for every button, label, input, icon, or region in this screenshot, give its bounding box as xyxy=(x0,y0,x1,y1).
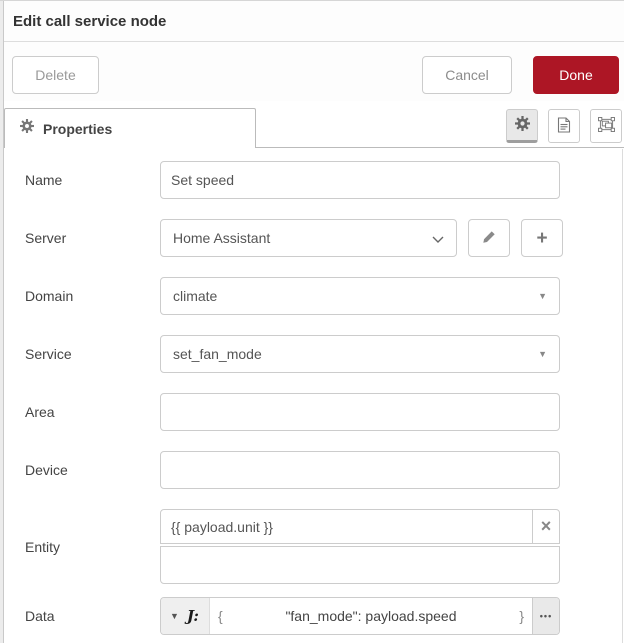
tab-properties-label: Properties xyxy=(43,120,113,137)
data-expression-text: "fan_mode": payload.speed xyxy=(285,608,457,624)
domain-value: climate xyxy=(173,288,218,304)
name-label: Name xyxy=(25,172,63,188)
done-button[interactable]: Done xyxy=(533,56,619,94)
name-field-row: Name xyxy=(4,161,624,199)
server-label: Server xyxy=(25,230,67,246)
document-icon xyxy=(557,116,571,136)
properties-gear-button[interactable] xyxy=(506,109,538,143)
domain-label: Domain xyxy=(25,288,74,304)
close-icon: × xyxy=(540,515,552,536)
edit-node-dialog: Edit call service node Delete Cancel Don… xyxy=(4,1,624,643)
entity-label: Entity xyxy=(25,538,61,555)
caret-down-icon: ▼ xyxy=(538,290,547,301)
server-select[interactable]: Home Assistant xyxy=(160,219,457,257)
entity-list-item: × xyxy=(160,509,560,544)
plus-icon: + xyxy=(536,227,548,249)
area-input[interactable] xyxy=(160,393,560,431)
caret-down-icon: ▼ xyxy=(170,610,179,621)
content-right-border xyxy=(622,149,623,643)
data-typed-input: ▼ J: { "fan_mode": payload.speed } ••• xyxy=(160,597,560,635)
caret-down-icon: ▼ xyxy=(538,348,547,359)
tab-properties[interactable]: Properties xyxy=(4,108,256,148)
data-expression-input[interactable]: { "fan_mode": payload.speed } xyxy=(210,598,532,634)
gear-icon xyxy=(20,119,34,138)
entity-field-row: Entity × xyxy=(4,509,624,584)
entity-input[interactable] xyxy=(161,510,532,543)
pencil-icon xyxy=(482,230,496,247)
dialog-toolbar: Delete Cancel Done xyxy=(4,42,624,101)
delete-button[interactable]: Delete xyxy=(12,56,99,94)
service-field-row: Service set_fan_mode ▼ xyxy=(4,335,624,373)
device-label: Device xyxy=(25,462,68,478)
service-value: set_fan_mode xyxy=(173,346,262,362)
close-brace: } xyxy=(519,608,524,624)
ellipsis-icon: ••• xyxy=(539,610,553,621)
server-field-row: Server Home Assistant + xyxy=(4,219,624,257)
device-field-row: Device xyxy=(4,451,624,489)
server-select-value: Home Assistant xyxy=(173,230,271,246)
object-group-icon xyxy=(597,117,615,135)
entity-list: × xyxy=(160,509,560,584)
entity-input-secondary[interactable] xyxy=(160,546,560,584)
name-input[interactable] xyxy=(160,161,560,199)
page-title: Edit call service node xyxy=(13,12,167,30)
remove-entity-button[interactable]: × xyxy=(532,510,559,543)
domain-field-row: Domain climate ▼ xyxy=(4,277,624,315)
data-label: Data xyxy=(25,608,55,624)
area-label: Area xyxy=(25,404,55,420)
data-type-selector[interactable]: ▼ J: xyxy=(161,598,210,634)
data-field-row: Data ▼ J: { "fan_mode": payload.speed } … xyxy=(4,597,624,635)
jsonata-expression-icon: J: xyxy=(186,607,199,625)
dialog-header: Edit call service node xyxy=(4,1,624,42)
device-input[interactable] xyxy=(160,451,560,489)
chevron-down-icon xyxy=(432,230,444,246)
domain-combobox[interactable]: climate ▼ xyxy=(160,277,560,315)
tab-icon-buttons xyxy=(506,109,622,143)
node-properties-form: Name Server Home Assistant xyxy=(4,148,624,635)
edit-server-button[interactable] xyxy=(468,219,510,257)
editor-tab-bar: Properties xyxy=(4,101,624,148)
area-field-row: Area xyxy=(4,393,624,431)
server-controls: Home Assistant + xyxy=(160,219,563,257)
add-server-button[interactable]: + xyxy=(521,219,563,257)
service-label: Service xyxy=(25,346,72,362)
cancel-button[interactable]: Cancel xyxy=(422,56,512,94)
appearance-button[interactable] xyxy=(590,109,622,143)
gear-icon xyxy=(514,116,530,134)
expand-expression-button[interactable]: ••• xyxy=(532,598,559,634)
service-combobox[interactable]: set_fan_mode ▼ xyxy=(160,335,560,373)
description-button[interactable] xyxy=(548,109,580,143)
